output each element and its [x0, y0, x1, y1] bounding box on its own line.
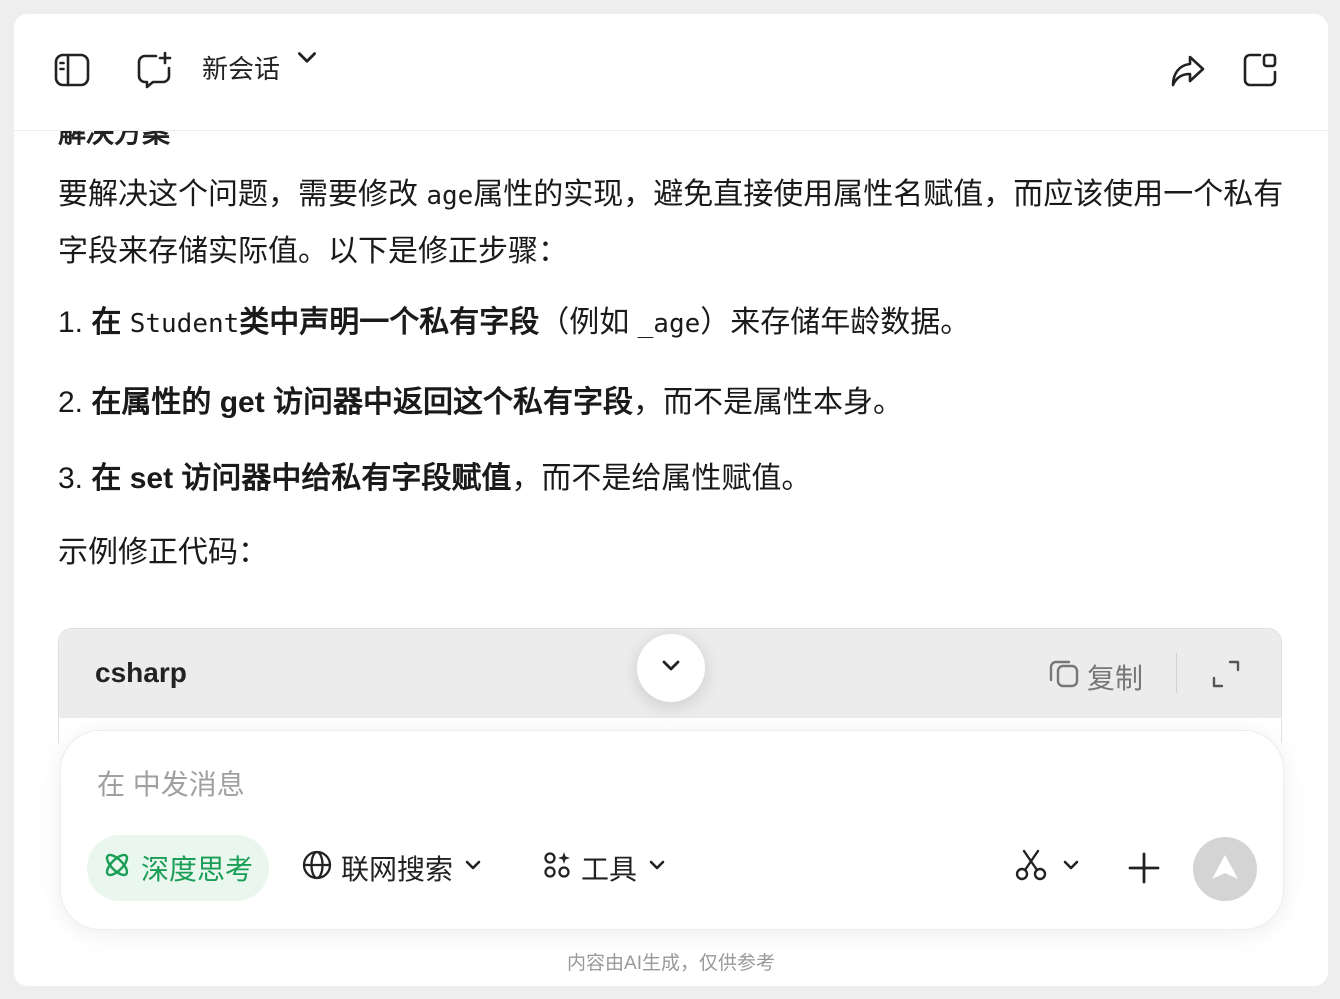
web-search-label: 联网搜索	[341, 854, 454, 885]
window-icon	[1240, 50, 1280, 95]
list-item: 2. 在属性的 get 访问器中返回这个私有字段，而不是属性本身。	[58, 386, 904, 419]
inline-code: _age	[637, 309, 701, 339]
deep-think-label: 深度思考	[141, 854, 254, 885]
tools-icon	[541, 849, 573, 888]
sidebar-toggle-button[interactable]	[50, 50, 94, 94]
top-bar: 新会话	[14, 14, 1328, 131]
intro-paragraph: 要解决这个问题，需要修改 age属性的实现，避免直接使用属性名赋值，而应该使用一…	[58, 178, 1284, 268]
atom-icon	[101, 849, 133, 888]
chat-window: 新会话 解决方案 要解决这个问题，需要修改 age属性的实现，避免直接使用属性名…	[14, 14, 1328, 986]
page-title: 新会话	[202, 53, 281, 84]
globe-icon	[301, 849, 333, 888]
chevron-down-icon	[461, 852, 485, 884]
chevron-down-icon	[645, 852, 669, 884]
new-chat-icon	[134, 50, 174, 95]
chevron-down-icon	[656, 651, 686, 686]
attach-button[interactable]	[1123, 847, 1165, 889]
inline-code: age	[426, 181, 474, 211]
conversation-title-dropdown[interactable]: 新会话	[202, 44, 320, 90]
clipped-heading: 解决方案	[58, 131, 171, 148]
tools-dropdown[interactable]: 工具	[527, 835, 683, 901]
send-arrow-icon	[1207, 849, 1243, 890]
copy-label: 复制	[1086, 662, 1143, 694]
share-icon	[1168, 50, 1208, 95]
divider	[1176, 653, 1177, 693]
tools-label: 工具	[581, 854, 638, 885]
list-item: 1. 在 Student类中声明一个私有字段（例如 _age）来存储年龄数据。	[58, 306, 971, 339]
copy-icon	[1047, 656, 1081, 697]
plus-icon	[1123, 852, 1165, 893]
window-mode-button[interactable]	[1238, 50, 1282, 94]
message-composer: 深度思考 联网搜索	[60, 730, 1284, 930]
expand-icon	[1209, 660, 1243, 695]
new-chat-button[interactable]	[132, 50, 176, 94]
scissors-icon	[1013, 847, 1049, 888]
inline-code: Student	[129, 309, 240, 339]
scroll-to-bottom-button[interactable]	[637, 634, 705, 702]
chevron-down-icon	[294, 52, 320, 76]
sidebar-toggle-icon	[52, 50, 92, 95]
list-item: 3. 在 set 访问器中给私有字段赋值，而不是给属性赋值。	[58, 462, 812, 495]
example-label: 示例修正代码：	[58, 536, 268, 569]
web-search-dropdown[interactable]: 联网搜索	[287, 835, 499, 901]
message-input[interactable]	[97, 765, 1197, 805]
copy-code-button[interactable]: 复制	[1047, 656, 1143, 697]
deep-think-toggle[interactable]: 深度思考	[87, 835, 270, 901]
code-language-label: csharp	[95, 657, 187, 688]
chevron-down-icon	[1059, 853, 1083, 882]
screenshot-dropdown[interactable]	[1013, 847, 1083, 888]
send-button[interactable]	[1193, 837, 1257, 901]
expand-code-button[interactable]	[1209, 657, 1243, 691]
share-button[interactable]	[1166, 50, 1210, 94]
ai-disclaimer: 内容由AI生成，仅供参考	[567, 953, 775, 974]
